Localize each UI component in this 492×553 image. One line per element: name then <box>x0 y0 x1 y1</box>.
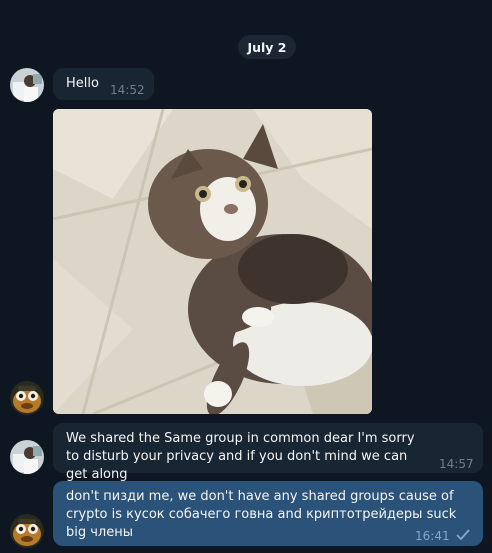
photo-message[interactable] <box>53 109 372 414</box>
message-text: We shared the Same group in common dear … <box>66 431 415 482</box>
message-bubble-incoming[interactable]: We shared the Same group in common dear … <box>53 423 483 482</box>
own-avatar[interactable] <box>10 514 44 548</box>
cat-photo-image <box>53 109 372 414</box>
own-avatar[interactable] <box>10 381 44 415</box>
message-time: 16:41 <box>415 529 450 543</box>
message-text: Hello <box>66 76 99 91</box>
message-bubble-outgoing[interactable]: don't пизди me, we don't have any shared… <box>53 481 483 546</box>
message-bubble-incoming[interactable]: Hello 14:52 <box>53 68 154 100</box>
date-separator: July 2 <box>238 35 296 59</box>
message-time: 14:52 <box>110 83 145 97</box>
sender-avatar[interactable] <box>10 68 44 102</box>
date-label: July 2 <box>247 39 287 55</box>
message-time: 14:57 <box>439 457 474 471</box>
sender-avatar[interactable] <box>10 440 44 474</box>
message-text: don't пизди me, we don't have any shared… <box>66 489 457 540</box>
single-check-icon <box>456 529 470 540</box>
